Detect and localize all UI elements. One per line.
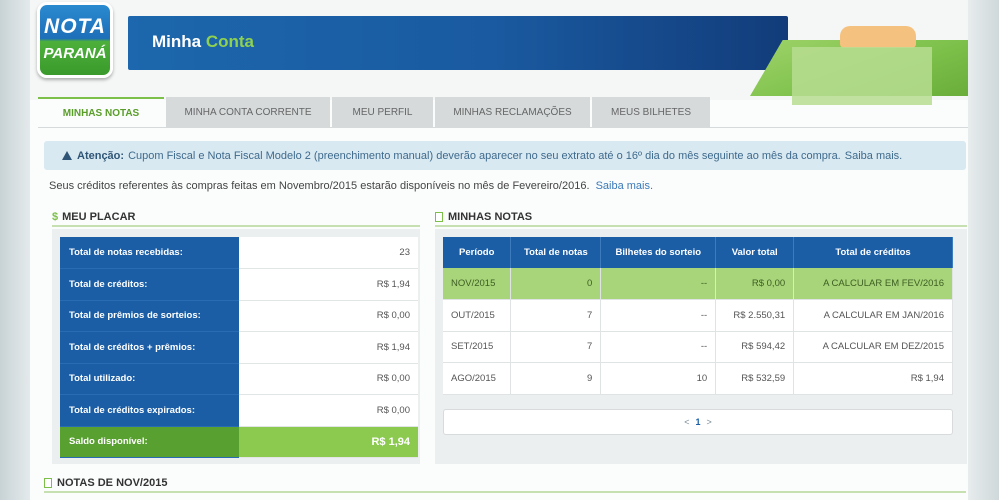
- document-icon: [435, 212, 443, 222]
- table-row[interactable]: NOV/2015 0 -- R$ 0,00 A CALCULAR EM FEV/…: [443, 268, 953, 300]
- right-backdrop: [967, 0, 999, 500]
- placar-label: Total de créditos:: [60, 268, 239, 301]
- placar-row: Total de prêmios de sorteios: R$ 0,00: [60, 300, 418, 332]
- notice-saiba-mais-link[interactable]: Saiba mais.: [845, 150, 902, 162]
- tab-meus-bilhetes[interactable]: MEUS BILHETES: [592, 97, 710, 128]
- placar-row: Total de créditos + prêmios: R$ 1,94: [60, 331, 418, 364]
- col-total-notas: Total de notas: [510, 237, 602, 268]
- tab-minha-conta-corrente[interactable]: MINHA CONTA CORRENTE: [166, 97, 330, 128]
- placar-row: Total de créditos: R$ 1,94: [60, 268, 418, 301]
- cell-total-notas: 7: [510, 331, 602, 363]
- table-row[interactable]: SET/2015 7 -- R$ 594,42 A CALCULAR EM DE…: [443, 331, 953, 363]
- placar-row: Total de créditos expirados: R$ 0,00: [60, 394, 418, 427]
- placar-row: Total de notas recebidas: 23: [60, 237, 418, 269]
- notice-label: Atenção:: [77, 149, 125, 162]
- tab-meu-perfil[interactable]: MEU PERFIL: [332, 97, 433, 128]
- cell-periodo: NOV/2015: [443, 268, 512, 300]
- credits-info-text: Seus créditos referentes às compras feit…: [49, 180, 590, 192]
- saldo-label: Saldo disponível:: [60, 426, 239, 458]
- cell-periodo: AGO/2015: [443, 362, 512, 395]
- cell-valor-total: R$ 0,00: [715, 268, 795, 300]
- table-row[interactable]: OUT/2015 7 -- R$ 2.550,31 A CALCULAR EM …: [443, 299, 953, 332]
- cell-total-notas: 7: [510, 299, 602, 332]
- tab-minhas-notas[interactable]: MINHAS NOTAS: [38, 97, 164, 128]
- placar-title: MEU PLACAR: [62, 211, 136, 223]
- placar-label: Total de créditos expirados:: [60, 394, 239, 427]
- cell-total-notas: 9: [510, 362, 602, 395]
- notice-text: Cupom Fiscal e Nota Fiscal Modelo 2 (pre…: [128, 149, 841, 162]
- cell-periodo: OUT/2015: [443, 299, 512, 332]
- pager-next-button[interactable]: >: [707, 417, 712, 427]
- notas-title: MINHAS NOTAS: [448, 211, 533, 223]
- table-row[interactable]: AGO/2015 9 10 R$ 532,59 R$ 1,94: [443, 362, 953, 395]
- nota-parana-logo[interactable]: NOTA PARANÁ: [37, 2, 113, 78]
- minhas-notas-panel: Período Total de notas Bilhetes do sorte…: [435, 229, 967, 464]
- cell-total-creditos: R$ 1,94: [793, 362, 953, 395]
- notas-nov-section-header: NOTAS DE NOV/2015: [44, 475, 966, 493]
- placar-label: Total de créditos + prêmios:: [60, 331, 239, 364]
- placar-table: Total de notas recebidas: 23 Total de cr…: [60, 237, 418, 458]
- logo-line1: NOTA: [44, 15, 106, 38]
- cell-bilhetes: --: [600, 331, 717, 363]
- notas-section-header: MINHAS NOTAS: [435, 209, 967, 227]
- attention-notice: Atenção: Cupom Fiscal e Nota Fiscal Mode…: [44, 141, 966, 170]
- placar-value: R$ 1,94: [239, 268, 418, 301]
- credits-saiba-mais-link[interactable]: Saiba mais.: [596, 180, 653, 192]
- placar-label: Total de prêmios de sorteios:: [60, 300, 239, 332]
- cell-bilhetes: --: [600, 268, 717, 300]
- page: Minha Conta NOTA PARANÁ MINHAS NOTAS MIN…: [30, 0, 968, 500]
- tabs-divider: [38, 127, 968, 128]
- cell-total-notas: 0: [510, 268, 602, 300]
- col-valor-total: Valor total: [715, 237, 795, 268]
- cell-periodo: SET/2015: [443, 331, 512, 363]
- credits-info: Seus créditos referentes às compras feit…: [49, 180, 653, 192]
- col-bilhetes: Bilhetes do sorteio: [600, 237, 717, 268]
- logo-line2: PARANÁ: [43, 45, 107, 62]
- hand-graphic: [840, 26, 916, 48]
- left-backdrop: [0, 0, 30, 500]
- document-icon: [44, 478, 52, 488]
- pager-prev-button[interactable]: <: [684, 417, 689, 427]
- header-banner: Minha Conta: [128, 16, 788, 70]
- col-periodo: Período: [443, 237, 512, 268]
- cell-valor-total: R$ 594,42: [715, 331, 795, 363]
- notas-table: Período Total de notas Bilhetes do sorte…: [443, 237, 953, 395]
- blurred-user-area: [792, 47, 932, 105]
- cell-bilhetes: 10: [600, 362, 717, 395]
- col-total-creditos: Total de créditos: [793, 237, 953, 268]
- cell-valor-total: R$ 2.550,31: [715, 299, 795, 332]
- warning-icon: [62, 151, 72, 160]
- placar-value: R$ 0,00: [239, 363, 418, 395]
- title-main: Minha: [152, 32, 202, 51]
- pagination: < 1 >: [443, 408, 953, 435]
- notas-header-row: Período Total de notas Bilhetes do sorte…: [443, 237, 953, 268]
- dollar-icon: $: [52, 211, 59, 223]
- pager-current-page[interactable]: 1: [695, 417, 700, 427]
- title-accent: Conta: [205, 32, 255, 51]
- cell-total-creditos: A CALCULAR EM DEZ/2015: [793, 331, 953, 363]
- placar-value: R$ 1,94: [239, 331, 418, 364]
- placar-label: Total utilizado:: [60, 363, 239, 395]
- notas-nov-title: NOTAS DE NOV/2015: [57, 477, 168, 489]
- cell-total-creditos: A CALCULAR EM FEV/2016: [793, 268, 953, 300]
- meu-placar-panel: Total de notas recebidas: 23 Total de cr…: [52, 229, 420, 464]
- placar-value: R$ 0,00: [239, 394, 418, 427]
- tab-minhas-reclamacoes[interactable]: MINHAS RECLAMAÇÕES: [435, 97, 590, 128]
- saldo-value: R$ 1,94: [239, 426, 418, 458]
- tab-bar: MINHAS NOTAS MINHA CONTA CORRENTE MEU PE…: [38, 97, 712, 128]
- placar-value: R$ 0,00: [239, 300, 418, 332]
- placar-value: 23: [239, 237, 418, 269]
- placar-section-header: $ MEU PLACAR: [52, 209, 420, 227]
- placar-row: Total utilizado: R$ 0,00: [60, 363, 418, 395]
- cell-bilhetes: --: [600, 299, 717, 332]
- cell-total-creditos: A CALCULAR EM JAN/2016: [793, 299, 953, 332]
- header: Minha Conta NOTA PARANÁ: [30, 0, 968, 105]
- page-title: Minha Conta: [152, 32, 254, 52]
- placar-label: Total de notas recebidas:: [60, 237, 239, 269]
- placar-total-row: Saldo disponível: R$ 1,94: [60, 426, 418, 458]
- cell-valor-total: R$ 532,59: [715, 362, 795, 395]
